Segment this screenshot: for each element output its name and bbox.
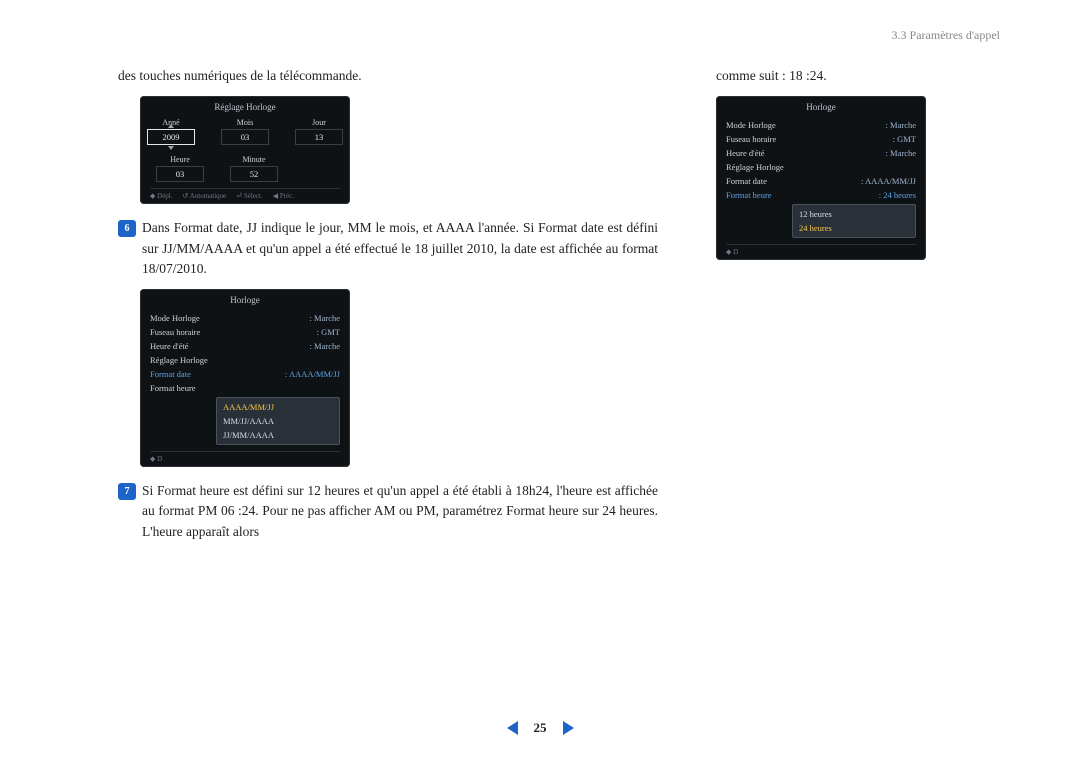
osd-row: Heure d'été : Marche [150,339,340,353]
value-minute[interactable]: 52 [230,166,278,182]
hint-prec: ◀ Préc. [273,192,294,200]
osd-key: Fuseau horaire [726,134,776,144]
osd-reglage-horloge: Réglage Horloge Anné2009 Mois03 Jour13 H… [140,96,350,204]
step-num-6: 6 [118,220,136,237]
hint-d: ◆ D [150,455,162,463]
osd-row: Mode Horloge : Marche [150,311,340,325]
osd-key: Réglage Horloge [726,162,784,172]
step-6: 6 Dans Format date, JJ indique le jour, … [118,218,658,279]
osd-val: : Marche [886,148,916,158]
next-page-icon[interactable] [563,721,574,735]
page-number: 25 [534,720,547,736]
intro-right: comme suit : 18 :24. [716,66,1026,86]
osd-row: Réglage Horloge [150,353,340,367]
dropdown-format-date[interactable]: AAAA/MM/JJMM/JJ/AAAAJJ/MM/AAAA [216,397,340,445]
osd-key: Format date [150,369,191,379]
osd-row: Réglage Horloge [726,160,916,174]
intro-left: des touches numériques de la télécommand… [118,66,658,86]
osd-horloge-2: Horloge Mode Horloge : Marche Fuseau horai… [716,96,926,260]
osd-key: Fuseau horaire [150,327,200,337]
label-mois: Mois [237,118,253,127]
osd-val: : AAAA/MM/JJ [285,369,340,379]
hint-auto: ↺ Automatique [183,192,227,200]
value-annee[interactable]: 2009 [147,129,195,145]
osd-key: Format date [726,176,767,186]
osd-row: Heure d'été : Marche [726,146,916,160]
osd-title: Horloge [726,102,916,112]
dropdown-format-heure[interactable]: 12 heures24 heures [792,204,916,238]
osd-val: : GMT [317,327,340,337]
osd-val: : GMT [893,134,916,144]
label-heure: Heure [170,155,190,164]
dropdown-option[interactable]: 12 heures [793,207,915,221]
osd-val: : AAAA/MM/JJ [861,176,916,186]
osd-row: Mode Horloge : Marche [726,118,916,132]
step-7: 7 Si Format heure est défini sur 12 heur… [118,481,658,542]
osd-val: : 24 heures [879,190,916,200]
osd-row: Fuseau horaire : GMT [726,132,916,146]
osd-key: Heure d'été [726,148,765,158]
osd-row: Format heure [150,381,340,395]
step-text-7: Si Format heure est défini sur 12 heures… [142,481,658,542]
osd-key: Format heure [726,190,772,200]
osd-row: Fuseau horaire : GMT [150,325,340,339]
hint-select: ⏎ Sélect. [236,192,262,200]
value-jour[interactable]: 13 [295,129,343,145]
dropdown-option[interactable]: JJ/MM/AAAA [217,428,339,442]
osd-val: : Marche [310,341,340,351]
dropdown-option[interactable]: 24 heures [793,221,915,235]
step-num-7: 7 [118,483,136,500]
step-text-6: Dans Format date, JJ indique le jour, MM… [142,218,658,279]
osd-key: Format heure [150,383,196,393]
dropdown-option[interactable]: MM/JJ/AAAA [217,414,339,428]
label-minute: Minute [242,155,265,164]
osd-key: Heure d'été [150,341,189,351]
hint-depl: ◆ Dépl. [150,192,173,200]
osd-horloge-1: Horloge Mode Horloge : Marche Fuseau horai… [140,289,350,467]
osd-row: Format date : AAAA/MM/JJ [726,174,916,188]
value-heure[interactable]: 03 [156,166,204,182]
section-header: 3.3 Paramètres d'appel [892,28,1000,43]
osd-row: Format heure : 24 heures [726,188,916,202]
prev-page-icon[interactable] [507,721,518,735]
osd-title: Réglage Horloge [150,102,340,112]
osd-val: : Marche [886,120,916,130]
label-jour: Jour [312,118,326,127]
value-mois[interactable]: 03 [221,129,269,145]
dropdown-option[interactable]: AAAA/MM/JJ [217,400,339,414]
osd-key: Réglage Horloge [150,355,208,365]
osd-key: Mode Horloge [726,120,776,130]
osd-title: Horloge [150,295,340,305]
pager: 25 [0,720,1080,736]
osd-row: Format date : AAAA/MM/JJ [150,367,340,381]
hint-d: ◆ D [726,248,738,256]
osd-key: Mode Horloge [150,313,200,323]
osd-val: : Marche [310,313,340,323]
